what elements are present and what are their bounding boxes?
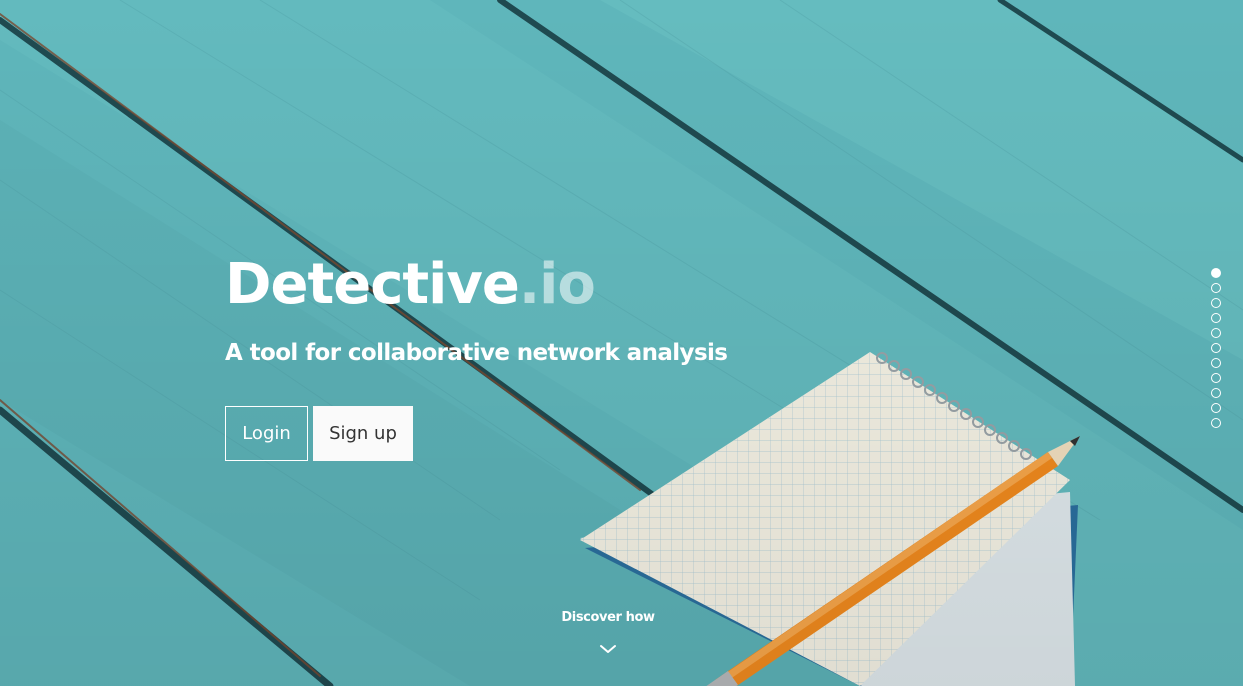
- chevron-down-icon[interactable]: [599, 639, 617, 658]
- tagline: A tool for collaborative network analysi…: [225, 340, 728, 366]
- section-nav-dot[interactable]: [1211, 373, 1221, 383]
- signup-button[interactable]: Sign up: [313, 406, 413, 461]
- hero-section: Detective.io A tool for collaborative ne…: [0, 0, 1243, 686]
- signup-button-label: Sign up: [329, 423, 397, 444]
- section-nav-dot[interactable]: [1211, 358, 1221, 368]
- section-nav-dot[interactable]: [1211, 388, 1221, 398]
- section-nav: [1211, 268, 1221, 428]
- hero-content: Detective.io A tool for collaborative ne…: [225, 252, 728, 461]
- section-nav-dot[interactable]: [1211, 328, 1221, 338]
- section-nav-dot[interactable]: [1211, 418, 1221, 428]
- discover-how-label: Discover how: [561, 610, 655, 625]
- section-nav-dot[interactable]: [1211, 283, 1221, 293]
- login-button[interactable]: Login: [225, 406, 308, 461]
- login-button-label: Login: [242, 423, 291, 444]
- brand-logo: Detective.io: [225, 252, 727, 318]
- section-nav-dot[interactable]: [1211, 343, 1221, 353]
- brand-name: Detective: [225, 252, 520, 317]
- brand-tld: .io: [518, 252, 596, 317]
- section-nav-dot[interactable]: [1211, 298, 1221, 308]
- discover-how-link[interactable]: Discover how: [0, 610, 1216, 658]
- section-nav-dot[interactable]: [1211, 268, 1221, 278]
- section-nav-dot[interactable]: [1211, 403, 1221, 413]
- section-nav-dot[interactable]: [1211, 313, 1221, 323]
- auth-actions: Login Sign up: [225, 406, 727, 461]
